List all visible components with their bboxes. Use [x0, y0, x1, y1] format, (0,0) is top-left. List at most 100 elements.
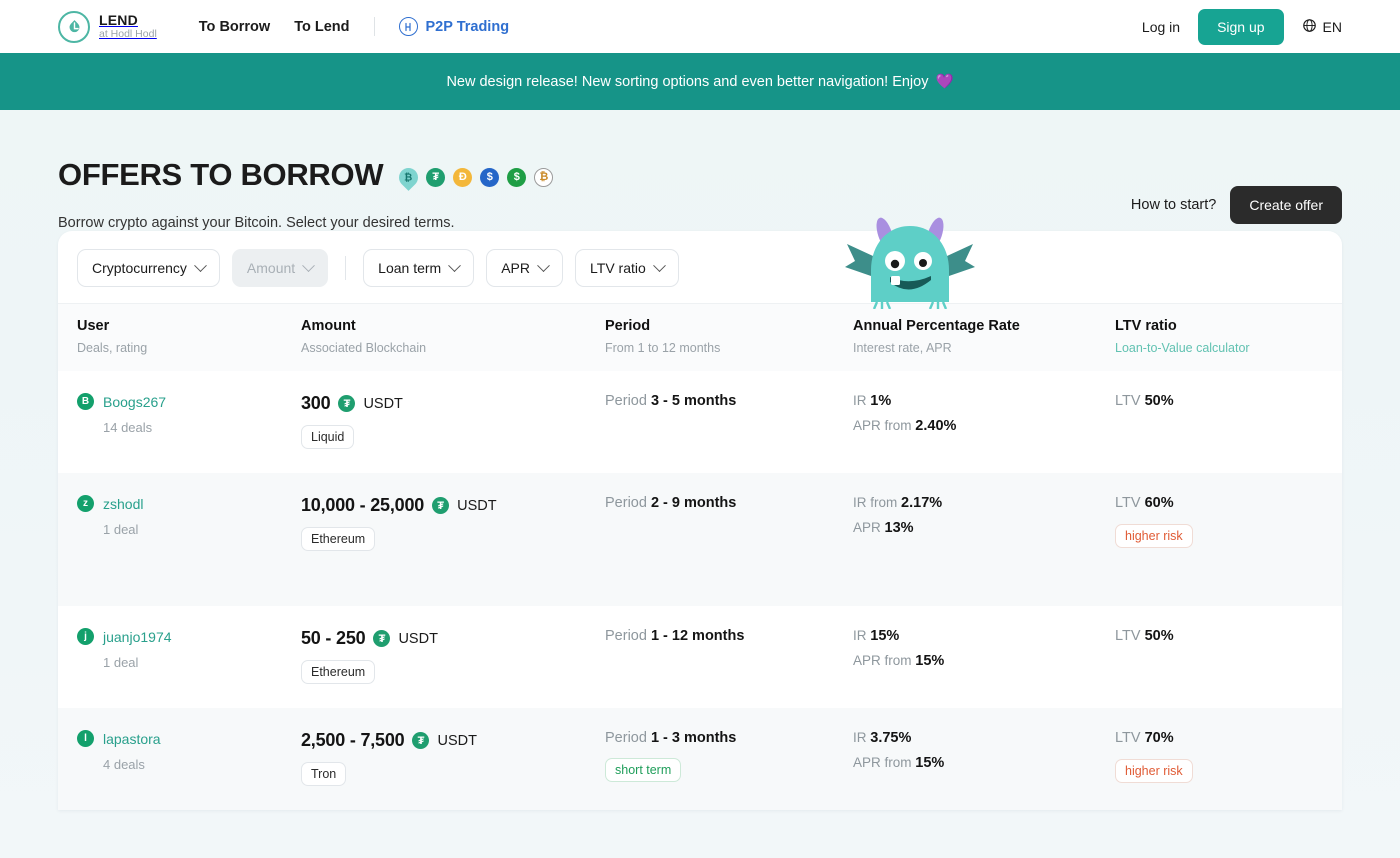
- amount-value: 10,000 - 25,000: [301, 495, 425, 515]
- nav-to-borrow[interactable]: To Borrow: [199, 19, 270, 35]
- amount-value: 300: [301, 393, 331, 413]
- filter-apr-label: APR: [501, 260, 531, 276]
- column-user: User Deals, rating: [77, 318, 301, 355]
- monster-mascot-illustration: [845, 214, 975, 310]
- table-row[interactable]: l lapastora 4 deals 2,500 - 7,500 ₮ USDT…: [58, 708, 1342, 810]
- p2p-hodlhodl-icon: [398, 17, 418, 36]
- logo-subtitle: at Hodl Hodl: [99, 27, 157, 40]
- column-amount-title: Amount: [301, 318, 356, 334]
- supported-coins: ₿ ₮ Đ $ $ ₿: [395, 163, 554, 191]
- chevron-down-icon: [194, 258, 207, 272]
- liquid-bitcoin-icon: ₿: [395, 163, 423, 191]
- create-offer-button[interactable]: Create offer: [1230, 186, 1342, 224]
- username-link[interactable]: lapastora: [103, 731, 161, 747]
- how-to-start-link[interactable]: How to start?: [1131, 197, 1216, 213]
- avatar: l: [77, 730, 94, 747]
- tether-icon: ₮: [412, 732, 430, 749]
- amount-cell: 2,500 - 7,500 ₮ USDT Tron: [301, 730, 605, 786]
- ir-label: IR: [853, 393, 867, 408]
- column-user-sub: Deals, rating: [77, 341, 148, 355]
- column-period: Period From 1 to 12 months: [605, 318, 853, 355]
- login-link[interactable]: Log in: [1142, 19, 1180, 35]
- chevron-down-icon: [537, 258, 550, 272]
- deals-count: 1 deal: [103, 655, 139, 670]
- period-cell: Period 1 - 3 months short term: [605, 730, 853, 782]
- logo-title: LEND: [99, 12, 138, 29]
- chevron-down-icon: [652, 258, 666, 272]
- amount-value: 50 - 250: [301, 628, 366, 648]
- ir-label: IR: [853, 628, 867, 643]
- ir-label: IR from: [853, 495, 898, 510]
- tether-icon: ₮: [338, 395, 356, 412]
- filter-loan-term[interactable]: Loan term: [363, 249, 475, 287]
- tether-icon: ₮: [373, 630, 391, 647]
- ir-value: 15%: [870, 628, 900, 644]
- username-link[interactable]: Boogs267: [103, 394, 166, 410]
- period-value: 2 - 9 months: [650, 495, 737, 511]
- filter-cryptocurrency-label: Cryptocurrency: [92, 260, 187, 276]
- blockchain-tag: Tron: [301, 762, 347, 786]
- nav-p2p-trading[interactable]: P2P Trading: [398, 17, 510, 36]
- tether-icon: ₮: [432, 497, 450, 514]
- deals-count: 4 deals: [103, 757, 145, 772]
- username-link[interactable]: juanjo1974: [103, 629, 172, 645]
- column-apr-sub: Interest rate, APR: [853, 341, 952, 355]
- table-row[interactable]: z zshodl 1 deal 10,000 - 25,000 ₮ USDT E…: [58, 473, 1342, 606]
- period-label: Period: [605, 495, 647, 511]
- filter-divider: [345, 256, 347, 280]
- currency-label: USDT: [437, 732, 477, 749]
- logo-link[interactable]: LEND at Hodl Hodl: [58, 10, 157, 43]
- chevron-down-icon: [448, 258, 462, 272]
- apr-value: 13%: [884, 520, 914, 536]
- nav-to-lend[interactable]: To Lend: [294, 19, 349, 35]
- ltv-value: 70%: [1144, 730, 1174, 746]
- chevron-down-icon: [302, 258, 316, 272]
- language-label: EN: [1322, 18, 1342, 35]
- period-cell: Period 1 - 12 months: [605, 628, 853, 644]
- apr-value: 15%: [915, 653, 945, 669]
- signup-button[interactable]: Sign up: [1198, 8, 1284, 45]
- p2p-label: P2P Trading: [425, 18, 510, 35]
- filter-cryptocurrency[interactable]: Cryptocurrency: [77, 249, 220, 287]
- period-cell: Period 3 - 5 months: [605, 393, 853, 409]
- user-cell: l lapastora 4 deals: [77, 730, 301, 772]
- ir-value: 1%: [870, 393, 892, 409]
- deals-count: 14 deals: [103, 420, 153, 435]
- filter-amount[interactable]: Amount: [231, 249, 329, 287]
- filter-bar: Cryptocurrency Amount Loan term APR LTV …: [58, 231, 1342, 303]
- hero-actions: How to start? Create offer: [1131, 186, 1342, 224]
- page-title: Offers to borrow: [58, 157, 384, 192]
- tether-icon: ₮: [426, 167, 446, 187]
- ltv-value: 50%: [1144, 628, 1174, 644]
- ir-value: 2.17%: [901, 495, 943, 511]
- period-label: Period: [605, 730, 647, 746]
- username-link[interactable]: zshodl: [103, 496, 143, 512]
- rate-cell: IR 1% APR from 2.40%: [853, 393, 1115, 434]
- ltv-label: LTV: [1115, 730, 1141, 746]
- ltv-calculator-link[interactable]: Loan-to-Value calculator: [1115, 341, 1323, 355]
- user-cell: j juanjo1974 1 deal: [77, 628, 301, 670]
- globe-icon: [1302, 18, 1317, 36]
- column-ltv-title: LTV ratio: [1115, 318, 1177, 334]
- column-ltv: LTV ratio Loan-to-Value calculator: [1115, 318, 1323, 355]
- currency-label: USDT: [398, 630, 438, 647]
- ir-value: 3.75%: [870, 730, 912, 746]
- ltv-label: LTV: [1115, 628, 1141, 644]
- table-row[interactable]: j juanjo1974 1 deal 50 - 250 ₮ USDT Ethe…: [58, 606, 1342, 708]
- site-header: LEND at Hodl Hodl To Borrow To Lend P2P …: [0, 0, 1400, 53]
- column-period-sub: From 1 to 12 months: [605, 341, 721, 355]
- rate-cell: IR 3.75% APR from 15%: [853, 730, 1115, 771]
- amount-cell: 300 ₮ USDT Liquid: [301, 393, 605, 449]
- table-row[interactable]: B Boogs267 14 deals 300 ₮ USDT Liquid Pe…: [58, 371, 1342, 473]
- language-switcher[interactable]: EN: [1302, 18, 1342, 36]
- risk-badge: higher risk: [1115, 759, 1193, 783]
- column-amount-sub: Associated Blockchain: [301, 341, 427, 355]
- ltv-cell: LTV 60% higher risk: [1115, 495, 1323, 548]
- blockchain-tag: Ethereum: [301, 527, 376, 551]
- filter-apr[interactable]: APR: [486, 249, 564, 287]
- announcement-banner: New design release! New sorting options …: [0, 53, 1400, 110]
- ltv-value: 50%: [1144, 393, 1174, 409]
- blockchain-tag: Ethereum: [301, 660, 376, 684]
- filter-ltv-ratio[interactable]: LTV ratio: [575, 249, 679, 287]
- risk-badge: higher risk: [1115, 524, 1193, 548]
